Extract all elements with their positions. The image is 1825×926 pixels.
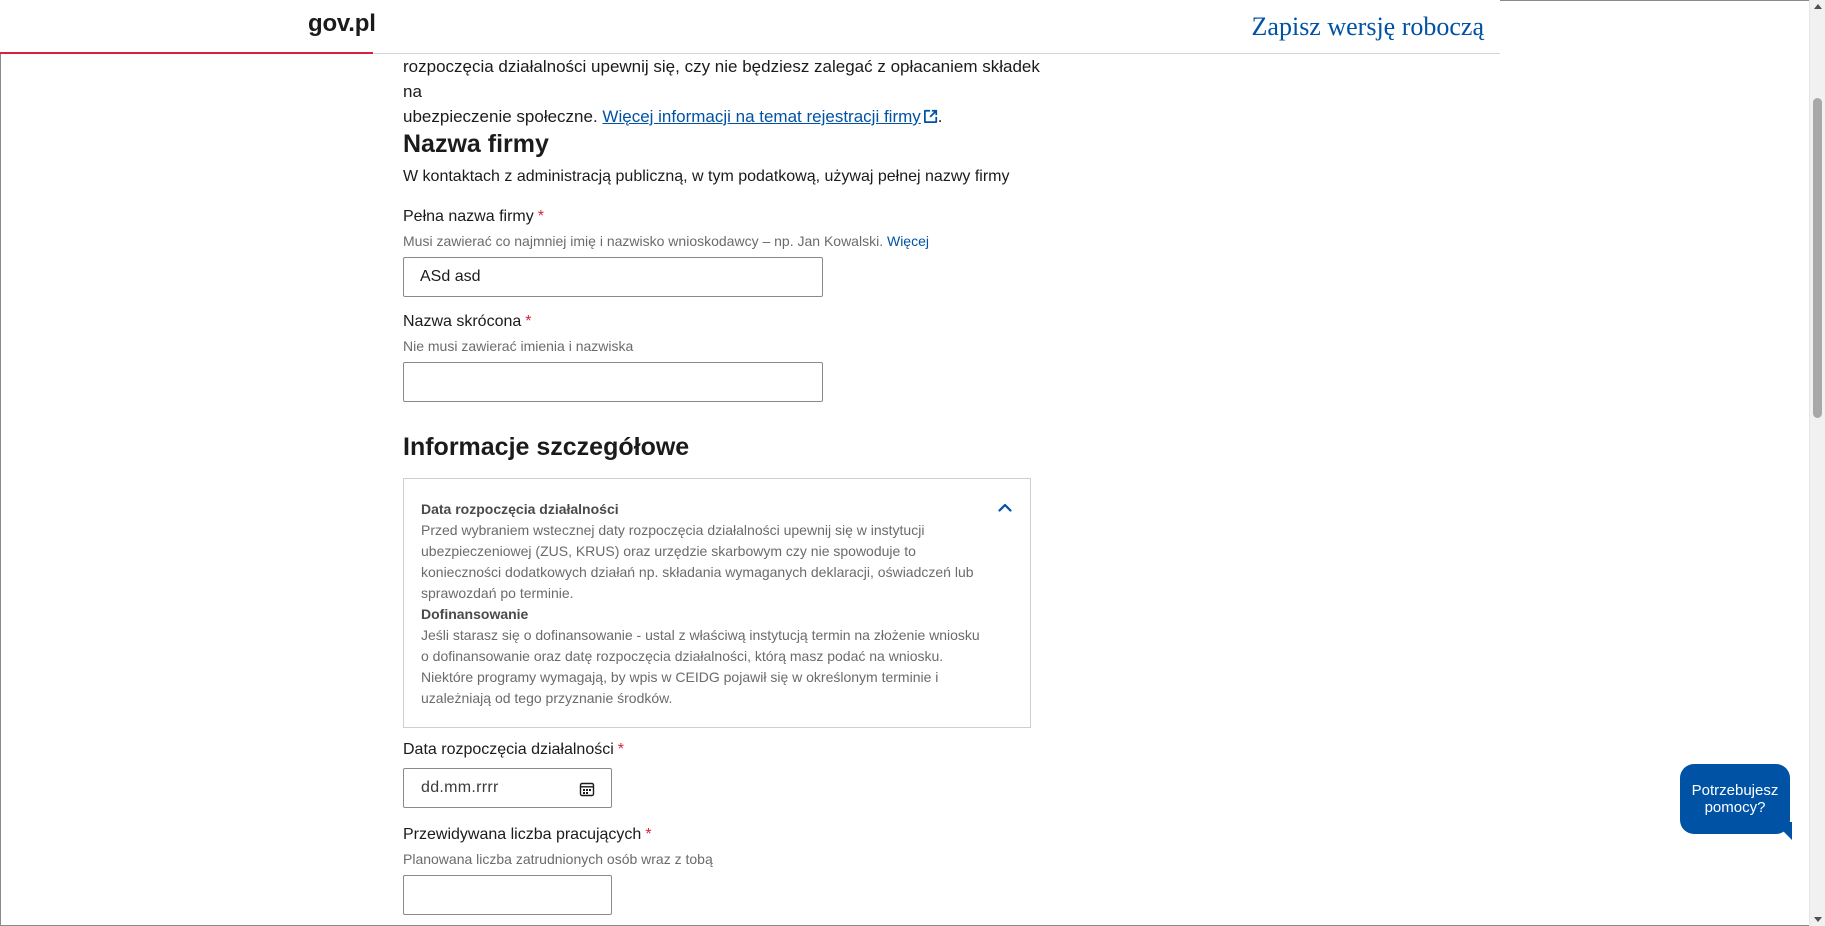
scroll-up-arrow-icon[interactable]	[1814, 4, 1822, 9]
form-content: rozpoczęcia działalności upewnij się, cz…	[403, 54, 1043, 915]
full-name-hint: Musi zawierać co najmniej imię i nazwisk…	[403, 233, 929, 249]
employees-label: Przewidywana liczba pracujących *	[403, 826, 652, 844]
vertical-scrollbar[interactable]	[1809, 0, 1825, 926]
start-date-label: Data rozpoczęcia działalności *	[403, 741, 624, 759]
short-name-hint: Nie musi zawierać imienia i nazwiska	[403, 338, 634, 354]
full-name-label-text: Pełna nazwa firmy	[403, 208, 534, 225]
calendar-icon[interactable]	[579, 781, 595, 797]
details-heading: Informacje szczegółowe	[403, 433, 690, 461]
info-line: Niektóre programy wymagają, by wpis w CE…	[421, 669, 939, 685]
required-marker: *	[525, 313, 532, 330]
info-box-text-funding: Jeśli starasz się o dofinansowanie - ust…	[421, 625, 1013, 709]
intro-period: .	[937, 107, 943, 126]
employees-label-text: Przewidywana liczba pracujących	[403, 826, 642, 843]
required-marker: *	[617, 741, 625, 758]
company-name-subtitle: W kontaktach z administracją publiczną, …	[403, 168, 1010, 185]
save-draft-link[interactable]: Zapisz wersję roboczą	[1252, 12, 1484, 42]
short-name-label-text: Nazwa skrócona	[403, 313, 522, 330]
info-box-text-start-date: Przed wybraniem wstecznej daty rozpoczęc…	[421, 520, 1013, 604]
info-line: Przed wybraniem wstecznej daty rozpoczęc…	[421, 522, 925, 538]
start-date-placeholder: dd.mm.rrrr	[421, 779, 499, 796]
logo-underline	[0, 52, 373, 54]
info-line: Jeśli starasz się o dofinansowanie - ust…	[421, 627, 980, 643]
info-line: uzależniają od tego przyznanie środków.	[421, 690, 673, 706]
full-name-more-link[interactable]: Więcej	[887, 233, 929, 249]
company-name-heading: Nazwa firmy	[403, 130, 549, 158]
required-marker: *	[645, 826, 652, 843]
info-box-title-funding: Dofinansowanie	[421, 606, 529, 622]
intro-line2: ubezpieczenie społeczne.	[403, 107, 598, 126]
registration-info-link-text: Więcej informacji na temat rejestracji f…	[602, 107, 921, 126]
help-bubble-tail	[1774, 822, 1792, 840]
required-marker: *	[537, 208, 544, 225]
info-line: sprawozdań po terminie.	[421, 585, 574, 601]
page-header: gov.pl Zapisz wersję roboczą	[0, 0, 1500, 54]
external-link-icon	[923, 109, 937, 123]
registration-info-link[interactable]: Więcej informacji na temat rejestracji f…	[602, 107, 937, 126]
full-name-hint-text: Musi zawierać co najmniej imię i nazwisk…	[403, 233, 884, 249]
chevron-up-icon[interactable]	[996, 499, 1014, 517]
start-date-input[interactable]: dd.mm.rrrr	[403, 768, 612, 808]
browser-frame	[0, 0, 1825, 926]
short-name-label: Nazwa skrócona *	[403, 313, 532, 331]
info-line: o dofinansowanie oraz datę rozpoczęcia d…	[421, 648, 944, 664]
short-name-input[interactable]	[403, 362, 823, 402]
info-line: konieczności dodatkowych działań np. skł…	[421, 564, 974, 580]
full-name-label: Pełna nazwa firmy *	[403, 208, 544, 226]
employees-hint: Planowana liczba zatrudnionych osób wraz…	[403, 851, 713, 867]
gov-logo[interactable]: gov.pl	[308, 10, 376, 38]
scrollbar-thumb[interactable]	[1813, 98, 1822, 418]
info-line: ubezpieczeniowej (ZUS, KRUS) oraz urzędz…	[421, 543, 916, 559]
intro-text: rozpoczęcia działalności upewnij się, cz…	[403, 54, 1043, 129]
start-date-label-text: Data rozpoczęcia działalności	[403, 741, 614, 758]
intro-line1: rozpoczęcia działalności upewnij się, cz…	[403, 57, 1040, 101]
info-box: Data rozpoczęcia działalności Przed wybr…	[403, 478, 1031, 728]
scroll-down-arrow-icon[interactable]	[1814, 917, 1822, 922]
info-box-title-start-date: Data rozpoczęcia działalności	[421, 501, 619, 517]
employees-input[interactable]	[403, 875, 612, 915]
full-name-input[interactable]	[403, 257, 823, 297]
